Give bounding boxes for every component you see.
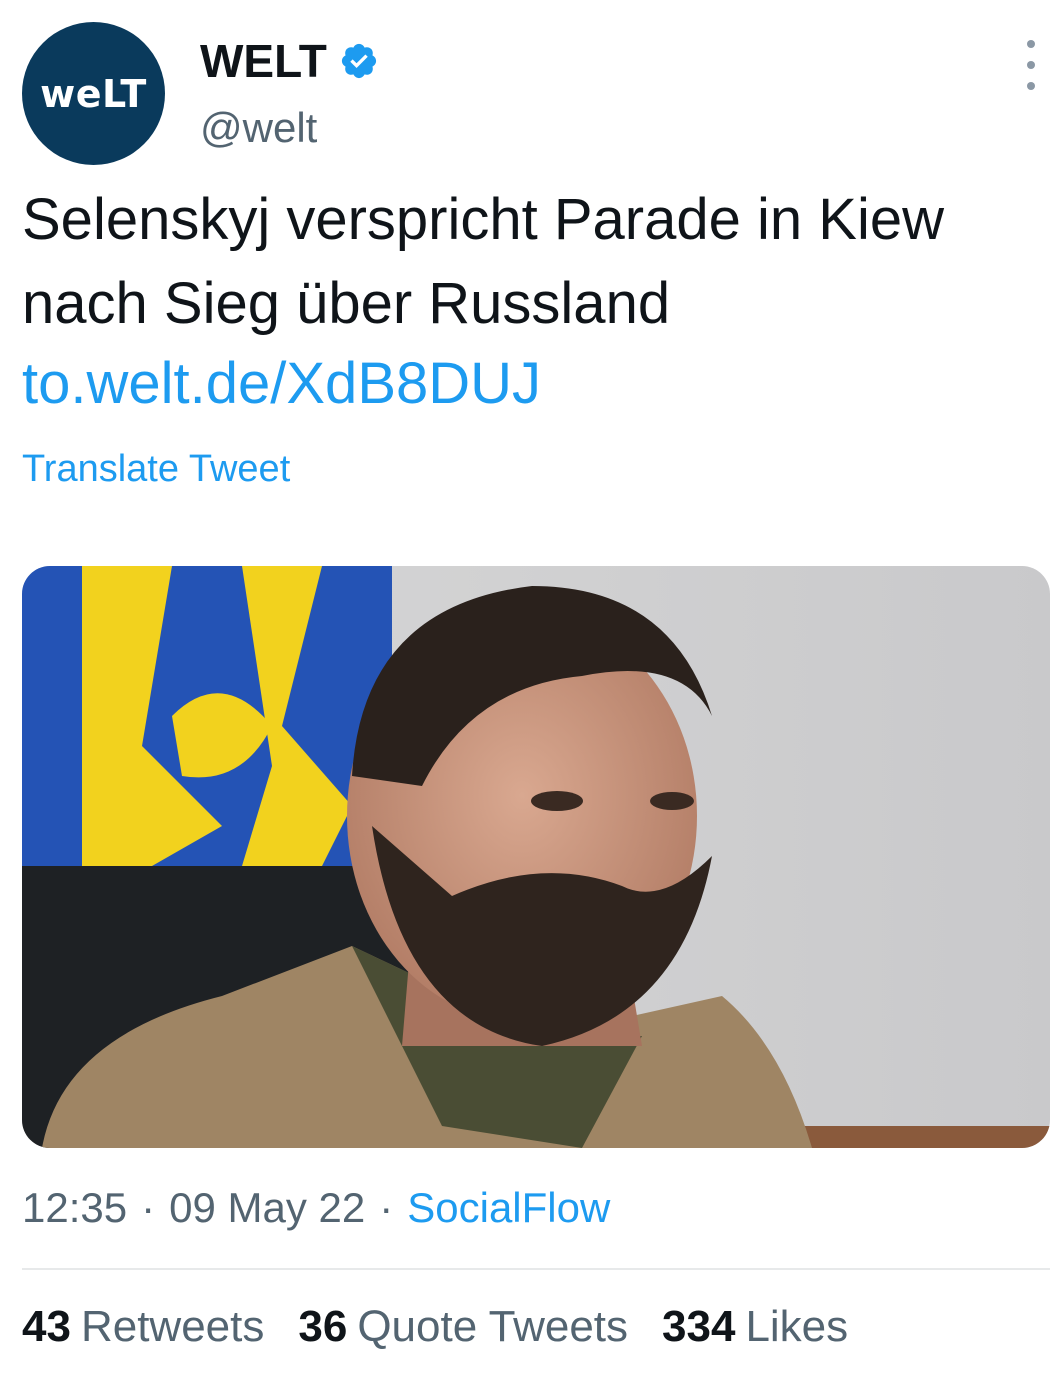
user-handle[interactable]: @welt: [200, 104, 317, 152]
more-options-icon[interactable]: [1016, 40, 1046, 90]
more-dot: [1027, 40, 1035, 48]
display-name[interactable]: WELT: [200, 34, 327, 88]
meta-separator: ·: [141, 1184, 156, 1231]
photo-portrait-image: [22, 566, 1050, 1148]
meta-separator: ·: [379, 1184, 394, 1231]
tweet-source-link[interactable]: SocialFlow: [407, 1184, 610, 1232]
quote-tweets-stat[interactable]: 36 Quote Tweets: [298, 1302, 628, 1352]
tweet-text: Selenskyj verspricht Parade in Kiew nach…: [22, 187, 944, 336]
quote-tweets-count: 36: [298, 1302, 348, 1351]
translate-tweet-link[interactable]: Translate Tweet: [22, 448, 290, 491]
engagement-stats: 43 Retweets 36 Quote Tweets 334 Likes: [22, 1302, 882, 1352]
divider: [22, 1268, 1050, 1270]
tweet-media-image[interactable]: [22, 566, 1050, 1148]
author-name-row[interactable]: WELT: [200, 34, 379, 88]
retweets-stat[interactable]: 43 Retweets: [22, 1302, 264, 1352]
tweet-time[interactable]: 12:35: [22, 1184, 127, 1232]
likes-label: Likes: [745, 1302, 849, 1351]
more-dot: [1027, 61, 1035, 69]
avatar-logo-text: weLT: [40, 71, 147, 116]
verified-badge-icon: [341, 43, 376, 79]
avatar[interactable]: weLT: [22, 22, 165, 165]
tweet-date[interactable]: 09 May 22: [169, 1184, 365, 1232]
likes-count: 334: [662, 1302, 736, 1351]
retweets-count: 43: [22, 1302, 71, 1351]
tweet-link[interactable]: to.welt.de/XdB8DUJ: [22, 350, 541, 417]
quote-tweets-label: Quote Tweets: [357, 1302, 629, 1351]
retweets-label: Retweets: [80, 1302, 265, 1351]
likes-stat[interactable]: 334 Likes: [662, 1302, 848, 1352]
tweet-meta: 12:35 · 09 May 22 · SocialFlow: [22, 1184, 610, 1232]
more-dot: [1027, 82, 1035, 90]
